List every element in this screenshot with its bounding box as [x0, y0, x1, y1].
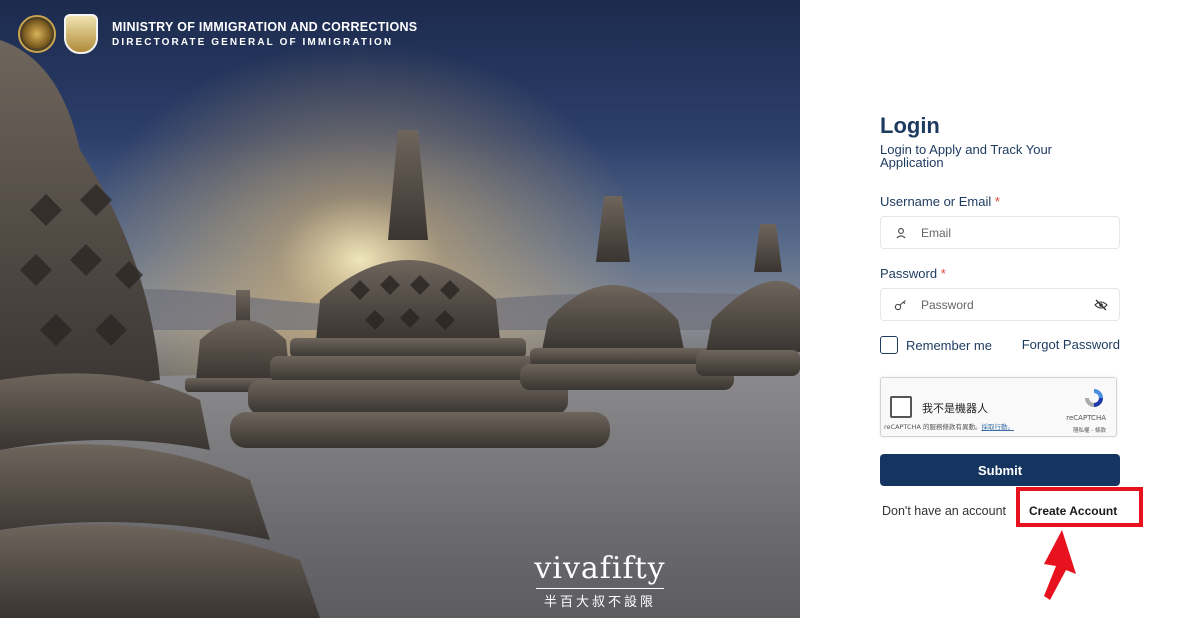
- password-field[interactable]: [880, 288, 1120, 321]
- recaptcha-icon: [1085, 389, 1103, 407]
- recaptcha-widget: 我不是機器人 reCAPTCHA 的服務條款有異動。採取行動。 reCAPTCH…: [880, 377, 1117, 437]
- create-account-link[interactable]: Create Account: [1029, 504, 1117, 518]
- remember-checkbox[interactable]: [880, 336, 898, 354]
- password-label: Password *: [880, 266, 946, 281]
- username-field[interactable]: [880, 216, 1120, 249]
- watermark-main: vivafifty: [534, 551, 666, 586]
- required-mark: *: [940, 266, 946, 281]
- temple-scene: [0, 0, 800, 618]
- recaptcha-legal: reCAPTCHA 的服務條款有異動。採取行動。: [884, 423, 1014, 431]
- hero-image: MINISTRY OF IMMIGRATION AND CORRECTIONS …: [0, 0, 800, 618]
- arrow-up-icon: [1044, 530, 1076, 600]
- ministry-name: MINISTRY OF IMMIGRATION AND CORRECTIONS: [112, 20, 418, 34]
- no-account-text: Don't have an account: [882, 504, 1006, 518]
- recaptcha-terms[interactable]: 隱私權 - 條款: [1073, 426, 1106, 434]
- eye-off-icon[interactable]: [1083, 299, 1119, 311]
- recaptcha-legal-link[interactable]: 採取行動。: [981, 423, 1014, 431]
- page-title: Login: [880, 113, 940, 138]
- recaptcha-checkbox[interactable]: [890, 396, 912, 418]
- watermark-sub: 半百大叔不設限: [536, 588, 664, 610]
- watermark: vivafifty 半百大叔不設限: [520, 551, 680, 611]
- email-input[interactable]: [921, 225, 1119, 240]
- ministry-brand: MINISTRY OF IMMIGRATION AND CORRECTIONS …: [18, 14, 417, 54]
- directorate-name: DIRECTORATE GENERAL OF IMMIGRATION: [112, 37, 394, 48]
- recaptcha-brand: reCAPTCHA: [1066, 414, 1106, 422]
- key-icon: [881, 299, 921, 311]
- ministry-seal-logo: [18, 15, 56, 53]
- forgot-password-link[interactable]: Forgot Password: [1022, 337, 1120, 352]
- immigration-shield-logo: [64, 14, 98, 54]
- password-input[interactable]: [921, 297, 1083, 312]
- required-mark: *: [994, 194, 1000, 209]
- remember-me[interactable]: Remember me: [880, 336, 992, 354]
- user-icon: [881, 227, 921, 239]
- username-label: Username or Email *: [880, 194, 1000, 209]
- page-subtitle: Login to Apply and Track Your Applicatio…: [880, 142, 1053, 170]
- recaptcha-label: 我不是機器人: [922, 402, 988, 415]
- remember-label: Remember me: [906, 337, 992, 353]
- submit-button[interactable]: Submit: [880, 454, 1120, 486]
